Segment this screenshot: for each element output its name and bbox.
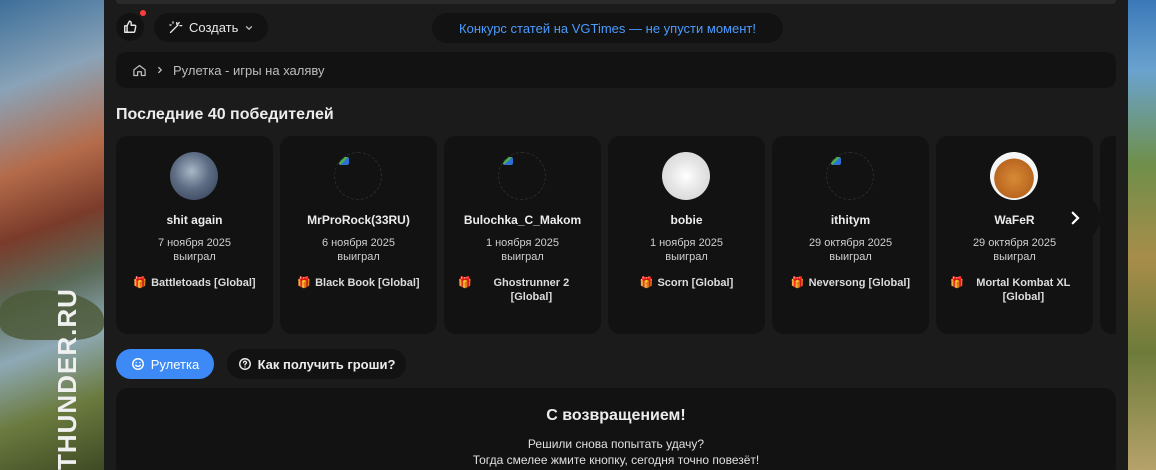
promo-text: Конкурс статей на VGTimes — не упусти мо… [459,20,756,36]
winner-card[interactable]: bobie 1 ноября 2025 выиграл 🎁 Scorn [Glob… [608,136,765,334]
winner-name: ithitym [830,213,871,227]
avatar [334,152,382,200]
gift-icon: 🎁 [950,277,964,289]
question-circle-icon [238,358,251,370]
chevron-right-icon [1071,211,1080,225]
winner-date: 7 ноября 2025 [157,237,232,249]
winner-prize: 🎁 Neversong [Global] [786,276,915,290]
broken-image-icon [339,157,349,165]
prize-text: Battletoads [Global] [151,277,256,289]
winners-title: Последние 40 победителей [116,106,334,123]
prize-text: Mortal Kombat XL [Global] [976,277,1071,303]
winner-status: выиграл [173,251,216,263]
winner-prize: 🎁 Scorn [Global] [622,276,751,290]
winner-name: Bulochka_C_Makom [463,213,582,227]
winner-status: выиграл [665,251,708,263]
winner-card-partial[interactable] [1100,136,1116,334]
breadcrumb-current: Рулетка - игры на халяву [173,62,325,78]
winner-prize: 🎁 Mortal Kombat XL [Global] [950,276,1079,304]
avatar [990,152,1038,200]
winner-prize: 🎁 Battletoads [Global] [130,276,259,290]
winner-card[interactable]: ithitym 29 октября 2025 выиграл 🎁 Neverso… [772,136,929,334]
main-content: Создать Конкурс статей на VGTimes — не у… [104,0,1128,470]
chevron-down-icon [246,25,253,30]
home-icon[interactable] [132,63,147,78]
avatar [826,152,874,200]
gift-icon: 🎁 [133,277,148,289]
winner-date: 1 ноября 2025 [485,237,560,249]
top-panel-edge [116,0,1116,4]
banner-brand-text: THUNDER.RU [52,288,82,470]
welcome-panel: С возвращением! Решили снова попытать уд… [116,388,1116,470]
winner-date: 6 ноября 2025 [321,237,396,249]
gift-icon: 🎁 [458,277,472,289]
winner-status: выиграл [993,251,1036,263]
winner-prize: 🎁 Black Book [Global] [294,276,423,290]
avatar [662,152,710,200]
right-ad-banner[interactable] [1128,0,1156,470]
avatar [498,152,546,200]
prize-text: Scorn [Global] [657,277,734,289]
chevron-right-icon [158,66,163,74]
winner-name: MrProRock(33RU) [307,213,410,227]
notification-dot [140,10,146,16]
prize-text: Ghostrunner 2 [Global] [493,277,570,303]
promo-link[interactable]: Конкурс статей на VGTimes — не упусти мо… [432,13,783,43]
thumbs-up-icon [124,20,137,33]
winner-card[interactable]: MrProRock(33RU) 6 ноября 2025 выиграл 🎁 B… [280,136,437,334]
create-label: Создать [189,20,239,35]
welcome-line-2: Тогда смелее жмите кнопку, сегодня точно… [472,453,760,467]
left-ad-banner[interactable]: THUNDER.RU [0,0,104,470]
winner-status: выиграл [337,251,380,263]
winner-status: выиграл [501,251,544,263]
breadcrumb: Рулетка - игры на халяву [116,52,1116,88]
gift-icon: 🎁 [297,277,312,289]
broken-image-icon [503,157,513,165]
create-button[interactable]: Создать [154,13,268,42]
winner-card[interactable]: Bulochka_C_Makom 1 ноября 2025 выиграл 🎁… [444,136,601,334]
tab-howto[interactable]: Как получить гроши? [227,349,406,379]
smile-icon [131,358,144,370]
prize-text: Black Book [Global] [315,277,420,289]
winner-name: bobie [670,213,703,227]
winner-prize: 🎁 Ghostrunner 2 [Global] [458,276,587,304]
tab-roulette-label: Рулетка [150,356,200,372]
tab-howto-label: Как получить гроши? [257,356,396,372]
broken-image-icon [831,157,841,165]
winner-status: выиграл [829,251,872,263]
carousel-next-button[interactable] [1050,193,1100,243]
winner-date: 29 октября 2025 [808,237,893,249]
gift-icon: 🎁 [790,277,805,289]
magic-wand-icon [169,21,183,34]
winner-card[interactable]: shit again 7 ноября 2025 выиграл 🎁 Battle… [116,136,273,334]
avatar [170,152,218,200]
page: THUNDER.RU Создать Конкурс статей на VGT… [0,0,1156,470]
welcome-title: С возвращением! [546,407,686,424]
winner-name: shit again [166,213,223,227]
prize-text: Neversong [Global] [808,277,911,289]
welcome-line-1: Решили снова попытать удачу? [527,437,705,451]
gift-icon: 🎁 [639,277,654,289]
like-button[interactable] [116,10,146,41]
winners-carousel: shit again 7 ноября 2025 выиграл 🎁 Battle… [116,136,1116,334]
tab-roulette[interactable]: Рулетка [116,349,214,379]
winner-date: 1 ноября 2025 [649,237,724,249]
